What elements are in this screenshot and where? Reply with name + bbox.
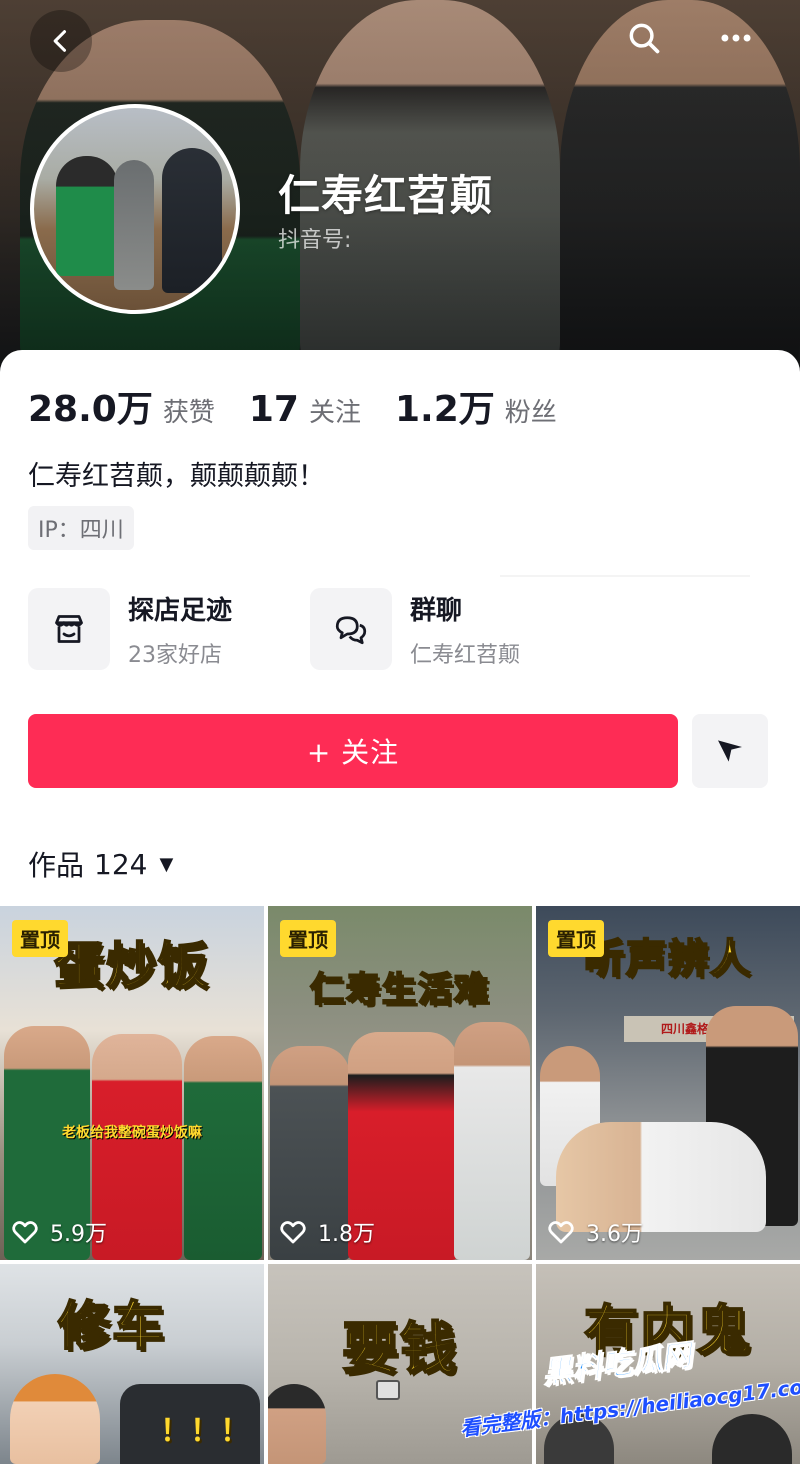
stat-label: 粉丝 [504,398,557,428]
shortcut-title: 探店足迹 [128,595,233,626]
ip-location-tag: IP：四川 [28,506,134,550]
share-button[interactable] [692,714,768,788]
video-likes: 1.8万 [278,1216,375,1248]
pinned-badge: 置顶 [12,920,68,957]
stat-value: 28.0万 [28,389,153,430]
profile-stats: 28.0万 获赞 17 关注 1.2万 粉丝 [28,380,591,432]
more-button[interactable] [712,14,760,62]
video-subtitle: 老板给我整碗蛋炒饭嘛 [62,1125,202,1141]
shortcut-subtitle: 仁寿红苕颠 [410,642,521,668]
pinned-badge: 置顶 [280,920,336,957]
pinned-badge: 置顶 [548,920,604,957]
profile-bio: 仁寿红苕颠，颠颠颠颠！ [28,461,325,492]
video-tile[interactable]: 修车 ！！！ [0,1264,264,1464]
heart-icon [548,1221,574,1244]
divider [500,575,750,577]
works-count: 124 [94,847,148,881]
shortcut-store-visits[interactable]: 探店足迹 23家好店 [28,588,232,670]
more-dots-icon [721,34,751,42]
caret-down-icon: ▼ [159,853,174,875]
follow-button[interactable]: + 关注 [28,714,678,788]
search-icon [629,23,660,54]
avatar[interactable] [30,104,240,314]
video-likes-count: 1.8万 [318,1222,375,1247]
video-likes: 3.6万 [546,1216,643,1248]
stat-followers[interactable]: 1.2万 粉丝 [395,380,557,432]
works-tab[interactable]: 作品 124 ▼ [28,844,173,884]
profile-nickname: 仁寿红苕颠 [278,171,494,220]
heart-icon [12,1221,38,1244]
send-icon [718,740,742,762]
stat-likes[interactable]: 28.0万 获赞 [28,380,215,432]
works-label: 作品 [28,849,85,882]
video-tile[interactable]: 蛋炒饭 老板给我整碗蛋炒饭嘛 置顶 5.9万 [0,906,264,1260]
video-tile[interactable]: 仁寿生活难 置顶 1.8万 [268,906,532,1260]
stat-following[interactable]: 17 关注 [249,389,361,430]
video-likes-count: 3.6万 [586,1222,643,1247]
video-caption: 仁寿生活难 [309,969,490,1011]
video-caption-extra: ！！！ [160,1414,250,1449]
video-likes-count: 5.9万 [50,1222,107,1247]
stat-value: 1.2万 [394,389,495,430]
shortcut-group-chat[interactable]: 群聊 仁寿红苕颠 [310,588,520,670]
back-button[interactable] [30,10,92,72]
store-icon [55,615,83,643]
stat-label: 关注 [308,398,361,428]
shortcut-title: 群聊 [410,595,463,626]
chat-icon [335,616,367,645]
video-tile[interactable]: 四川鑫格宇鸿商贸 听声辨人 置顶 3.6万 [536,906,800,1260]
heart-icon [280,1221,306,1244]
video-likes: 5.9万 [10,1216,107,1248]
douyin-id[interactable]: 抖音号: [278,222,351,254]
search-button[interactable] [620,14,668,62]
stat-value: 17 [248,389,299,430]
video-caption: 修车 [57,1296,167,1358]
chevron-left-icon [53,30,67,52]
stat-label: 获赞 [162,398,215,428]
shortcut-subtitle: 23家好店 [128,642,222,668]
